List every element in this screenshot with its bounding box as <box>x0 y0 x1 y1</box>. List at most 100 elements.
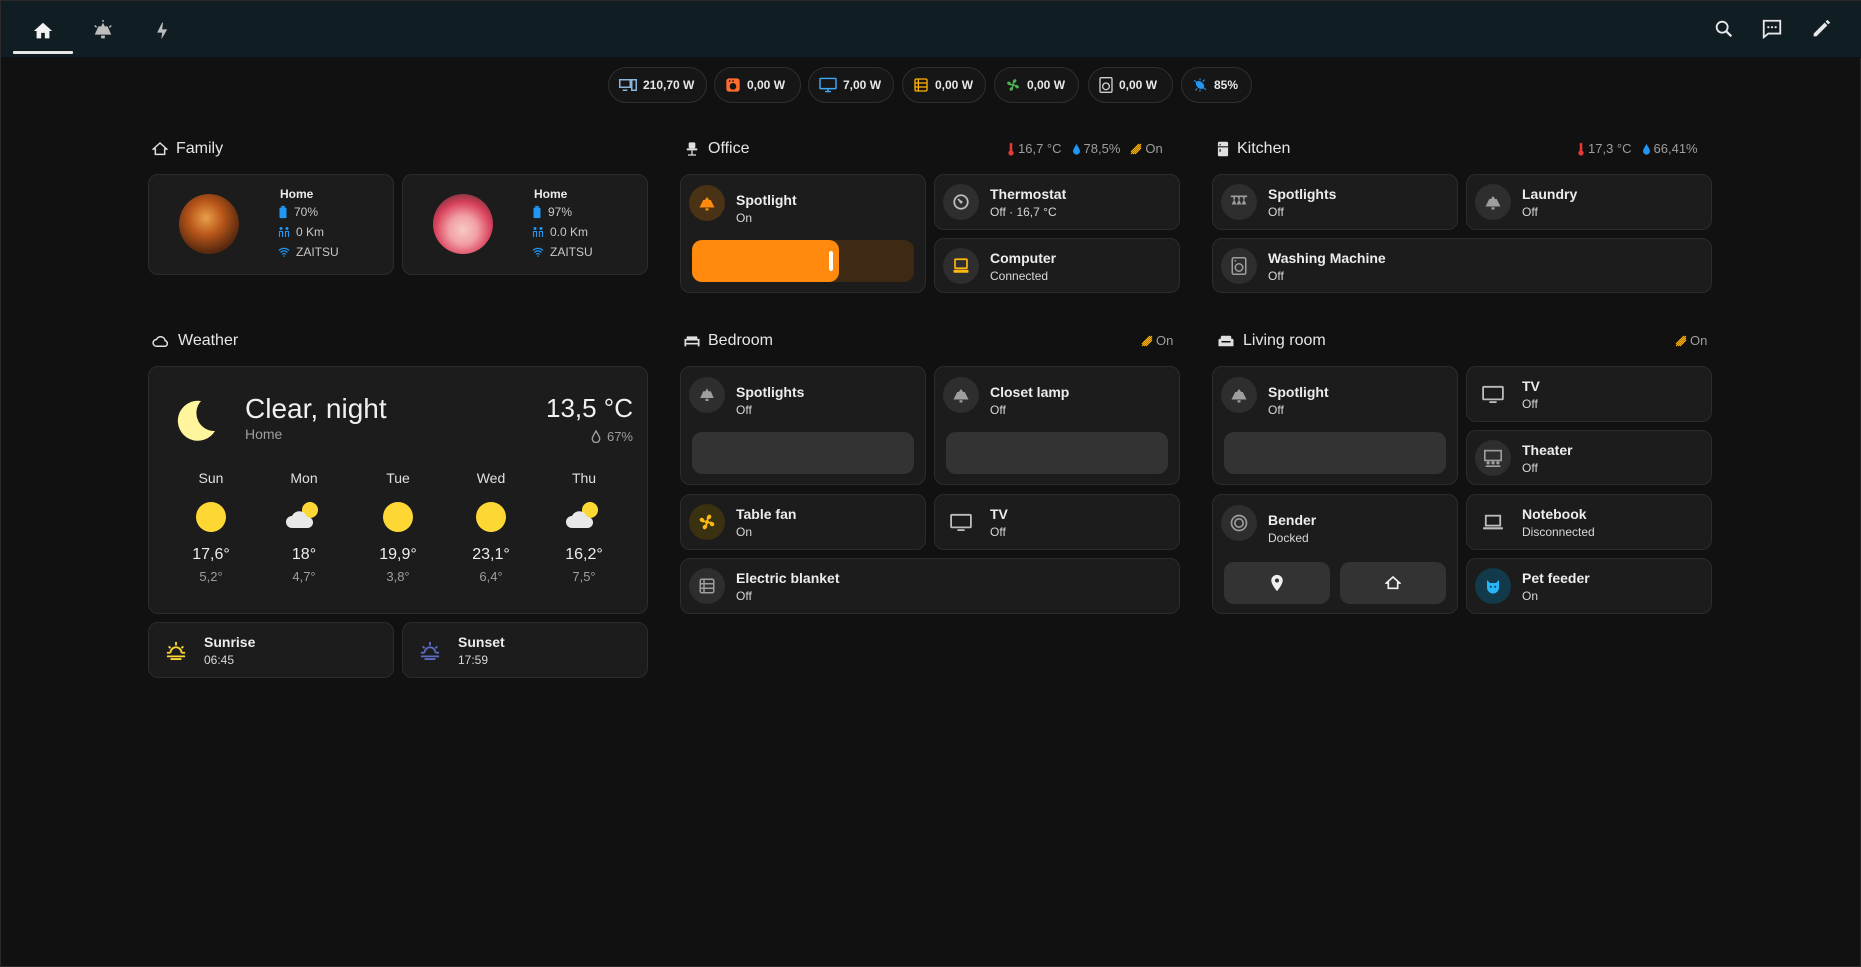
living-spotlight-card[interactable]: Spotlight Off <box>1212 366 1458 485</box>
device-name: Spotlights <box>736 384 805 400</box>
light-group-icon <box>1130 143 1142 155</box>
kitchen-washing-card[interactable]: Washing Machine Off <box>1212 238 1712 293</box>
device-state: Off <box>1522 397 1538 411</box>
device-name: Thermostat <box>990 186 1067 202</box>
sunset-label: Sunset <box>458 634 505 650</box>
edit-button[interactable] <box>1807 15 1835 43</box>
chip-pc-power[interactable]: 210,70 W <box>608 67 707 103</box>
living-feeder-card[interactable]: Pet feeder On <box>1466 558 1712 614</box>
forecast-low: 3,8° <box>386 569 410 584</box>
water-drop-icon <box>1072 143 1081 155</box>
return-home-button[interactable] <box>1340 562 1446 604</box>
weather-forecast-card[interactable]: Clear, night Home 13,5 °C 67% Sun 17,6° … <box>148 366 648 614</box>
brightness-slider[interactable] <box>1224 432 1446 474</box>
chip-bacteria[interactable]: 85% <box>1181 67 1252 103</box>
search-button[interactable] <box>1710 15 1738 43</box>
battery-row: 70% <box>278 205 318 219</box>
water-drop-icon <box>1642 143 1651 155</box>
living-room-badges: On <box>1675 333 1707 348</box>
tab-home[interactable] <box>13 9 73 54</box>
wifi-row: ZAITSU <box>278 245 339 259</box>
sunset-icon <box>419 640 441 660</box>
weather-section-title: Weather <box>152 332 238 350</box>
device-state: Off <box>1268 269 1284 283</box>
washing-machine-icon <box>1221 248 1257 284</box>
living-theater-card[interactable]: Theater Off <box>1466 430 1712 485</box>
chip-monitor-power[interactable]: 7,00 W <box>808 67 894 103</box>
tab-lights[interactable] <box>73 9 133 53</box>
person-card-1[interactable]: Home 70% 0 Km ZAITSU <box>148 174 394 275</box>
top-app-bar <box>1 1 1861 58</box>
device-state: Off <box>1522 461 1538 475</box>
office-section-title: Office <box>684 140 750 158</box>
forecast-day: Mon 18° 4,7° <box>264 470 344 584</box>
chip-oven-power[interactable]: 0,00 W <box>714 67 801 103</box>
bed-icon <box>684 334 700 348</box>
wifi-icon <box>532 246 544 258</box>
chip-value: 0,00 W <box>1027 78 1066 92</box>
locate-button[interactable] <box>1224 562 1330 604</box>
office-badges: 16,7 °C 78,5% On <box>1007 141 1163 156</box>
device-state: Off <box>990 403 1006 417</box>
brightness-slider[interactable] <box>692 240 914 282</box>
device-state: Off <box>990 525 1006 539</box>
chip-washer-power[interactable]: 0,00 W <box>1088 67 1173 103</box>
device-name: Notebook <box>1522 506 1587 522</box>
map-marker-icon <box>1270 574 1284 592</box>
bedroom-blanket-card[interactable]: Electric blanket Off <box>680 558 1180 614</box>
battery-row: 97% <box>532 205 572 219</box>
chip-blanket-power[interactable]: 0,00 W <box>902 67 986 103</box>
device-state: Connected <box>990 269 1049 283</box>
living-vacuum-card[interactable]: Bender Docked <box>1212 494 1458 614</box>
light-icon <box>92 20 114 42</box>
bedroom-closet-card[interactable]: Closet lamp Off <box>934 366 1180 485</box>
home-outline-icon <box>152 141 168 157</box>
tv-icon <box>1475 376 1511 412</box>
office-computer-card[interactable]: Computer Connected <box>934 238 1180 293</box>
blanket-icon <box>689 568 725 604</box>
kitchen-spotlights-card[interactable]: Spotlights Off <box>1212 174 1458 230</box>
current-temperature: 13,5 °C <box>545 393 633 423</box>
kitchen-laundry-card[interactable]: Laundry Off <box>1466 174 1712 230</box>
laptop-icon <box>1475 504 1511 540</box>
cloud-outline-icon <box>152 334 170 348</box>
robot-vacuum-icon <box>1221 505 1257 541</box>
device-name: Bender <box>1268 512 1317 528</box>
thermostat-icon <box>943 184 979 220</box>
wifi-icon <box>278 246 290 258</box>
lamp-icon <box>943 377 979 413</box>
bedroom-fan-card[interactable]: Table fan On <box>680 494 926 550</box>
device-name: Table fan <box>736 506 797 522</box>
sunset-card[interactable]: Sunset 17:59 <box>402 622 648 678</box>
forecast-day: Wed 23,1° 6,4° <box>451 470 531 584</box>
forecast-high: 23,1° <box>472 546 510 563</box>
tv-icon <box>943 504 979 540</box>
current-humidity: 67% <box>591 429 633 444</box>
bedroom-spotlights-card[interactable]: Spotlights Off <box>680 366 926 485</box>
brightness-slider[interactable] <box>692 432 914 474</box>
living-notebook-card[interactable]: Notebook Disconnected <box>1466 494 1712 550</box>
device-name: Electric blanket <box>736 570 840 586</box>
weather-location: Home <box>245 426 283 442</box>
sunny-icon <box>383 502 413 532</box>
assist-button[interactable] <box>1758 15 1786 43</box>
office-thermostat-card[interactable]: Thermostat Off · 16,7 °C <box>934 174 1180 230</box>
device-name: Spotlight <box>1268 384 1329 400</box>
office-spotlight-card[interactable]: Spotlight On <box>680 174 926 293</box>
device-name: Pet feeder <box>1522 570 1590 586</box>
temp-badge: 17,3 °C <box>1577 141 1632 156</box>
sunrise-time: 06:45 <box>204 653 235 667</box>
tab-energy[interactable] <box>133 9 193 53</box>
avatar <box>433 194 493 254</box>
living-tv-card[interactable]: TV Off <box>1466 366 1712 422</box>
brightness-handle[interactable] <box>829 251 833 271</box>
distance-row: 0.0 Km <box>532 225 588 239</box>
forecast-high: 16,2° <box>565 546 603 563</box>
brightness-slider[interactable] <box>946 432 1168 474</box>
pc-icon <box>619 78 637 92</box>
device-state: Disconnected <box>1522 525 1595 539</box>
bedroom-tv-card[interactable]: TV Off <box>934 494 1180 550</box>
chip-fan-power[interactable]: 0,00 W <box>994 67 1079 103</box>
person-card-2[interactable]: Home 97% 0.0 Km ZAITSU <box>402 174 648 275</box>
sunrise-card[interactable]: Sunrise 06:45 <box>148 622 394 678</box>
